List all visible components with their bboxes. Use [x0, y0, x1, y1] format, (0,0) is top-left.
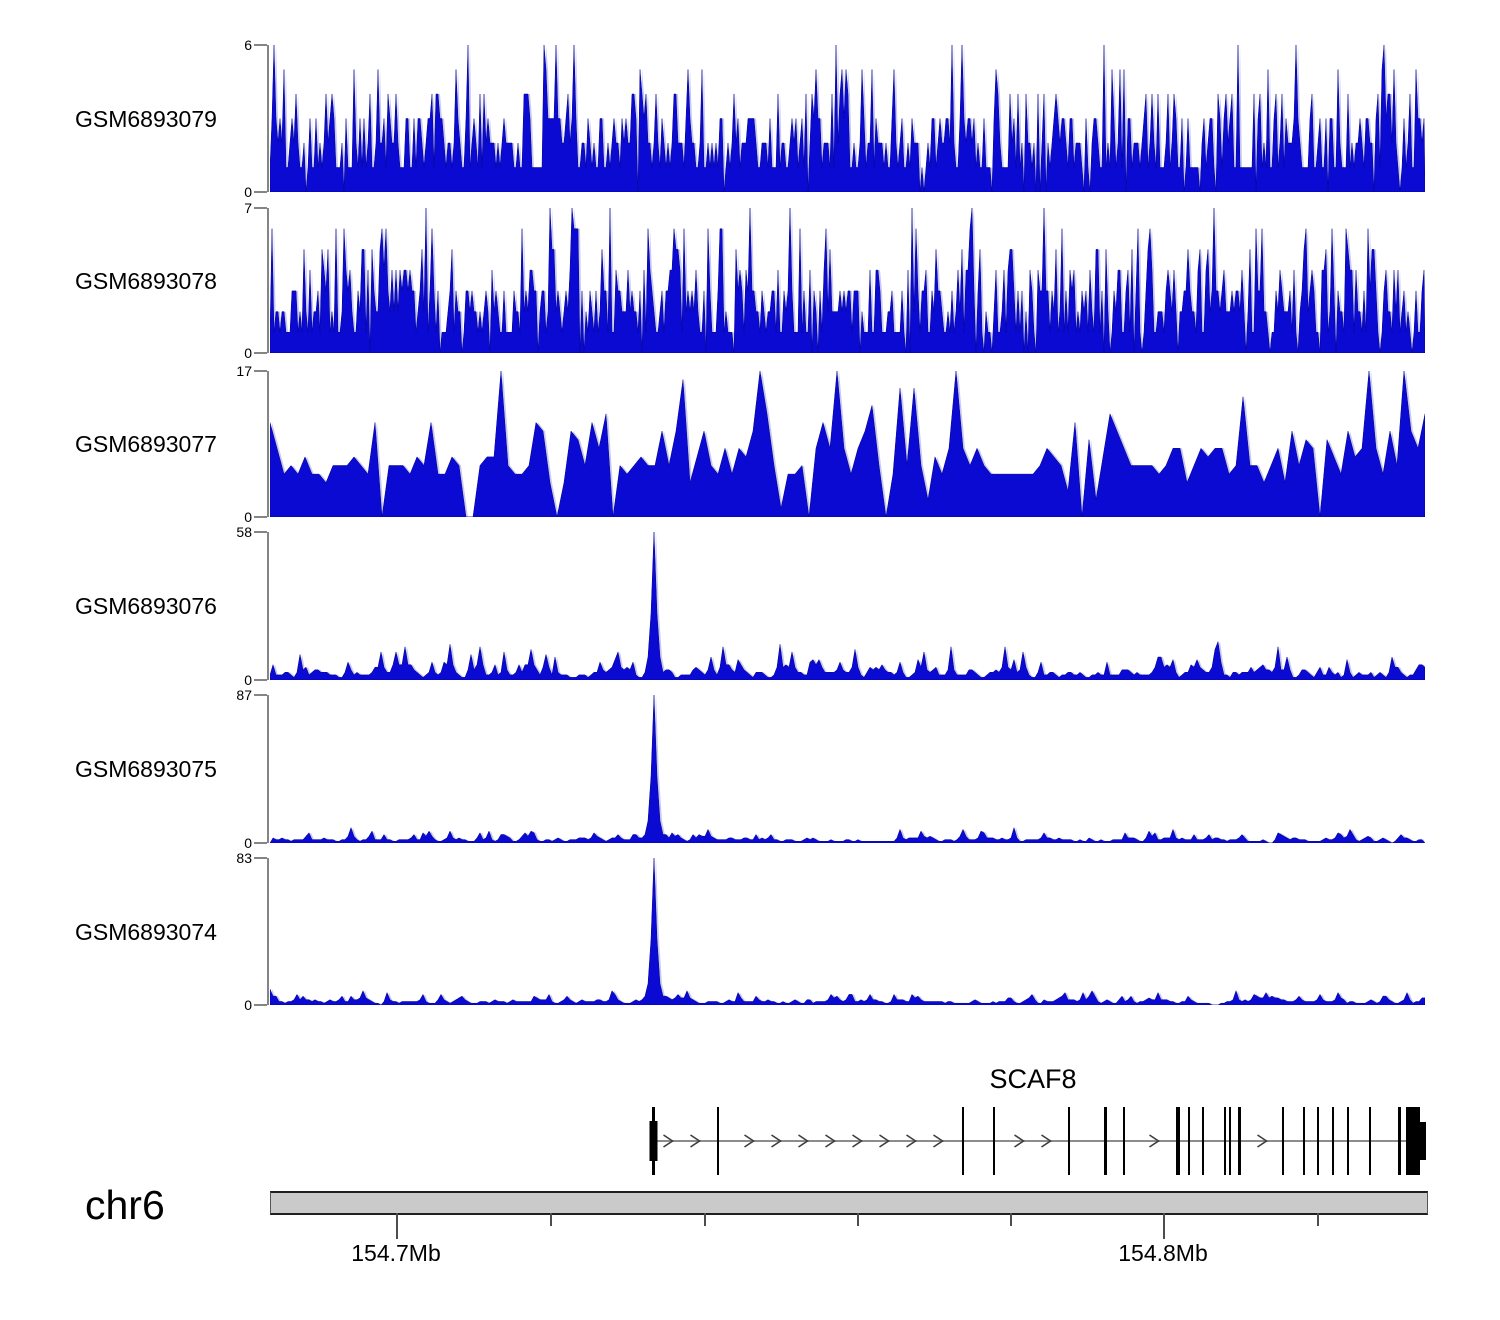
- exon-bar: [1317, 1107, 1319, 1175]
- exon-bar: [1303, 1107, 1305, 1175]
- exon-bar: [962, 1107, 964, 1175]
- yaxis-line: [267, 208, 269, 353]
- yaxis-max-label: 7: [140, 199, 252, 217]
- exon-bar: [993, 1107, 995, 1175]
- yaxis-bottom-tick: [254, 679, 267, 681]
- genome-axis-tick-label: 154.8Mb: [1053, 1239, 1273, 1267]
- yaxis-line: [267, 371, 269, 517]
- exon-bar: [1238, 1107, 1241, 1175]
- genome-axis-major-tick: [396, 1213, 398, 1239]
- genome-axis-minor-tick: [1317, 1213, 1319, 1226]
- coverage-signal-area: [270, 532, 1425, 680]
- yaxis-top-tick: [254, 694, 267, 696]
- exon-bar: [1188, 1107, 1190, 1175]
- yaxis-line: [267, 532, 269, 680]
- terminal-exon-utr-tail: [1420, 1122, 1426, 1160]
- track-label: GSM6893076: [75, 592, 265, 620]
- yaxis-max-label: 6: [140, 36, 252, 54]
- yaxis-line: [267, 695, 269, 843]
- yaxis-bottom-tick: [254, 516, 267, 518]
- yaxis-min-label: 0: [140, 344, 252, 362]
- coverage-signal: [270, 208, 1425, 353]
- track-label: GSM6893079: [75, 105, 265, 133]
- gene-model-track: [270, 1095, 1430, 1190]
- yaxis-max-label: 83: [140, 849, 252, 867]
- exon-bar: [1224, 1107, 1226, 1175]
- exon-bar: [1104, 1107, 1107, 1175]
- yaxis-max-label: 58: [140, 523, 252, 541]
- yaxis-bottom-tick: [254, 352, 267, 354]
- genome-axis-tick-label: 154.7Mb: [286, 1239, 506, 1267]
- exon-bar: [1282, 1107, 1284, 1175]
- chromosome-label: chr6: [85, 1182, 165, 1228]
- coverage-signal: [270, 45, 1425, 192]
- terminal-exon-box: [1406, 1107, 1420, 1175]
- coverage-signal-halo: [272, 695, 1425, 843]
- track-label: GSM6893075: [75, 755, 265, 783]
- track-label: GSM6893078: [75, 267, 265, 295]
- exon-bar: [1369, 1107, 1371, 1175]
- coverage-signal: [270, 532, 1425, 680]
- coverage-signal-area: [270, 695, 1425, 843]
- coverage-signal-area: [270, 371, 1425, 517]
- coverage-signal-halo: [272, 858, 1425, 1005]
- exon-bar: [1398, 1107, 1401, 1175]
- yaxis-top-tick: [254, 370, 267, 372]
- yaxis-max-label: 87: [140, 686, 252, 704]
- yaxis-top-tick: [254, 207, 267, 209]
- yaxis-bottom-tick: [254, 1004, 267, 1006]
- exon-bar: [1068, 1107, 1070, 1175]
- exon-bar: [1347, 1107, 1349, 1175]
- genome-axis-minor-tick: [1010, 1213, 1012, 1226]
- yaxis-line: [267, 858, 269, 1005]
- genome-browser-figure: GSM6893079 6 0 GSM6893078 7 0 GSM6893077…: [0, 0, 1500, 1320]
- gene-name-label: SCAF8: [933, 1064, 1133, 1094]
- coverage-signal: [270, 371, 1425, 517]
- track-label: GSM6893074: [75, 918, 265, 946]
- exon-bar: [1332, 1107, 1334, 1175]
- first-exon-cds-box: [650, 1121, 658, 1161]
- yaxis-min-label: 0: [140, 996, 252, 1014]
- genome-axis-minor-tick: [704, 1213, 706, 1226]
- track-label: GSM6893077: [75, 430, 265, 458]
- coverage-signal-halo: [272, 532, 1425, 680]
- chromosome-ideogram-bar: [270, 1191, 1428, 1215]
- yaxis-top-tick: [254, 857, 267, 859]
- exon-bar: [1202, 1107, 1204, 1175]
- exon-bar: [1229, 1107, 1231, 1175]
- yaxis-max-label: 17: [140, 362, 252, 380]
- exon-bar: [1176, 1107, 1180, 1175]
- coverage-signal-area: [270, 858, 1425, 1005]
- yaxis-bottom-tick: [254, 191, 267, 193]
- coverage-signal: [270, 695, 1425, 843]
- exon-bar: [1123, 1107, 1125, 1175]
- coverage-signal: [270, 858, 1425, 1005]
- genome-axis-minor-tick: [857, 1213, 859, 1226]
- exon-bar: [717, 1107, 719, 1175]
- genome-axis-major-tick: [1163, 1213, 1165, 1239]
- yaxis-top-tick: [254, 44, 267, 46]
- yaxis-bottom-tick: [254, 842, 267, 844]
- yaxis-top-tick: [254, 531, 267, 533]
- genome-axis-minor-tick: [550, 1213, 552, 1226]
- yaxis-line: [267, 45, 269, 192]
